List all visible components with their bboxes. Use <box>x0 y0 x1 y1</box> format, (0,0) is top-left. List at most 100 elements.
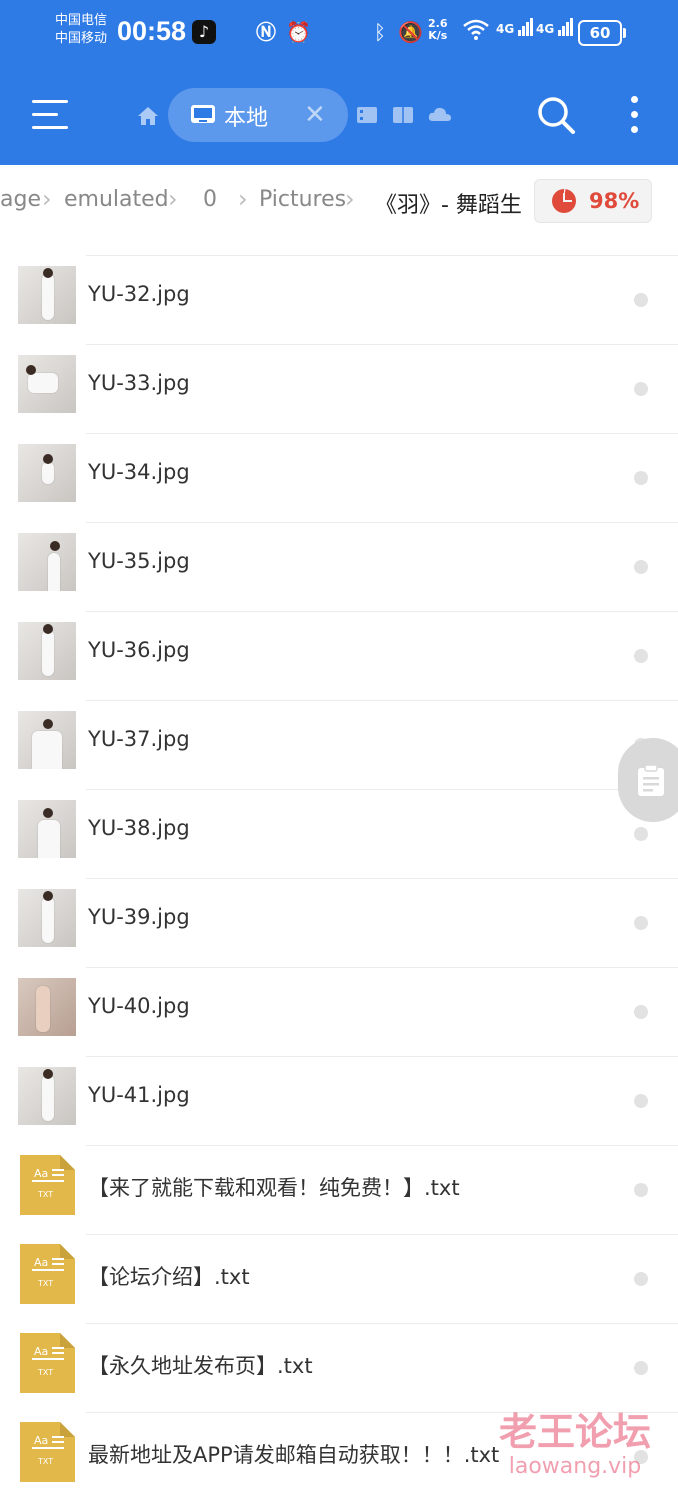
image-thumbnail <box>18 266 76 324</box>
cloud-icon[interactable] <box>428 104 451 126</box>
select-checkbox[interactable] <box>634 1094 648 1108</box>
select-checkbox[interactable] <box>634 293 648 307</box>
txt-icon-label-top: Aa <box>34 1345 48 1358</box>
battery-level: 60 <box>589 24 611 42</box>
status-bar: 中国电信 中国移动 00:58 ♪ Ⓝ ⏰ ᛒ 🔕 2.6 K/s 4G 4G … <box>0 0 678 70</box>
phone-icon <box>190 104 216 126</box>
clock: 00:58 <box>117 16 187 46</box>
carrier-2: 中国移动 <box>55 31 108 46</box>
file-name: YU-40.jpg <box>88 994 190 1018</box>
txt-icon-label-top: Aa <box>34 1256 48 1269</box>
list-item[interactable]: YU-36.jpg <box>0 611 678 700</box>
list-item[interactable]: YU-34.jpg <box>0 433 678 522</box>
txt-icon-label-bottom: TXT <box>37 1190 53 1199</box>
image-thumbnail <box>18 533 76 591</box>
file-name: YU-39.jpg <box>88 905 190 929</box>
file-name: YU-38.jpg <box>88 816 190 840</box>
breadcrumb-item-0[interactable]: 0 <box>203 187 217 212</box>
txt-icon-label-bottom: TXT <box>37 1279 53 1288</box>
breadcrumb-item-pictures[interactable]: Pictures <box>259 187 346 212</box>
list-item[interactable]: YU-32.jpg <box>0 255 678 344</box>
list-item[interactable]: Aa TXT 【来了就能下载和观看！纯免费！】.txt <box>0 1145 678 1234</box>
close-icon[interactable]: ✕ <box>304 100 326 130</box>
chevron-right-icon: › <box>42 185 52 213</box>
file-name: 【来了就能下载和观看！纯免费！】.txt <box>88 1176 460 1200</box>
select-checkbox[interactable] <box>634 916 648 930</box>
text-file-icon: Aa TXT <box>20 1244 75 1304</box>
text-file-icon: Aa TXT <box>20 1333 75 1393</box>
menu-icon[interactable] <box>32 100 68 132</box>
select-checkbox[interactable] <box>634 560 648 574</box>
watermark-en: laowang.vip <box>508 1454 642 1479</box>
select-checkbox[interactable] <box>634 649 648 663</box>
file-name: 最新地址及APP请发邮箱自动获取！！！.txt <box>88 1443 500 1467</box>
file-name: YU-36.jpg <box>88 638 190 662</box>
select-checkbox[interactable] <box>634 827 648 841</box>
breadcrumb: age › emulated › 0 › Pictures › 《羽》- 舞蹈生… <box>0 165 678 240</box>
image-thumbnail <box>18 800 76 858</box>
carrier-info: 中国电信 中国移动 <box>55 12 107 48</box>
breadcrumb-item-storage[interactable]: age <box>0 187 41 212</box>
chevron-right-icon: › <box>168 185 178 213</box>
signal-1-icon: 4G <box>496 18 534 46</box>
image-thumbnail <box>18 978 76 1036</box>
breadcrumb-item-current[interactable]: 《羽》- 舞蹈生 <box>375 187 522 219</box>
speed-unit: K/s <box>428 29 448 42</box>
list-item[interactable]: Aa TXT 【永久地址发布页】.txt <box>0 1323 678 1412</box>
pie-chart-icon <box>552 189 576 213</box>
network-speed: 2.6 K/s <box>428 18 448 42</box>
select-checkbox[interactable] <box>634 1183 648 1197</box>
file-name: YU-41.jpg <box>88 1083 190 1107</box>
clipboard-icon <box>638 764 664 796</box>
list-item[interactable]: YU-39.jpg <box>0 878 678 967</box>
signal-2-label: 4G <box>536 22 555 36</box>
chevron-right-icon: › <box>345 185 355 213</box>
image-thumbnail <box>18 622 76 680</box>
floating-clipboard-button[interactable] <box>618 738 678 822</box>
txt-icon-label-top: Aa <box>34 1434 48 1447</box>
chevron-right-icon: › <box>238 185 248 213</box>
text-file-icon: Aa TXT <box>20 1422 75 1482</box>
list-item[interactable]: YU-41.jpg <box>0 1056 678 1145</box>
select-checkbox[interactable] <box>634 471 648 485</box>
select-checkbox[interactable] <box>634 1361 648 1375</box>
storage-usage-percent: 98% <box>589 189 640 213</box>
list-item[interactable]: YU-37.jpg <box>0 700 678 789</box>
file-name: YU-34.jpg <box>88 460 190 484</box>
watermark-cn: 老王论坛 <box>498 1410 651 1454</box>
top-bar: 中国电信 中国移动 00:58 ♪ Ⓝ ⏰ ᛒ 🔕 2.6 K/s 4G 4G … <box>0 0 678 165</box>
wifi-icon <box>462 18 490 46</box>
book-icon[interactable] <box>392 104 414 126</box>
search-icon[interactable] <box>536 95 576 135</box>
film-icon[interactable] <box>356 104 378 126</box>
tab-local[interactable]: 本地 ✕ <box>168 88 348 142</box>
select-checkbox[interactable] <box>634 382 648 396</box>
txt-icon-label-bottom: TXT <box>37 1368 53 1377</box>
breadcrumb-item-emulated[interactable]: emulated <box>64 187 169 212</box>
image-thumbnail <box>18 355 76 413</box>
list-item[interactable]: YU-33.jpg <box>0 344 678 433</box>
file-name: YU-35.jpg <box>88 549 190 573</box>
tab-local-label: 本地 <box>224 106 269 131</box>
txt-icon-label-bottom: TXT <box>37 1457 53 1466</box>
tiktok-icon: ♪ <box>192 20 216 44</box>
select-checkbox[interactable] <box>634 1005 648 1019</box>
list-item[interactable]: YU-35.jpg <box>0 522 678 611</box>
bluetooth-icon: ᛒ <box>374 20 386 44</box>
file-name: YU-33.jpg <box>88 371 190 395</box>
signal-2-icon: 4G <box>536 18 574 46</box>
txt-icon-label-top: Aa <box>34 1167 48 1180</box>
list-item[interactable]: Aa TXT 【论坛介绍】.txt <box>0 1234 678 1323</box>
home-icon[interactable] <box>136 104 160 128</box>
file-name: YU-37.jpg <box>88 727 190 751</box>
image-thumbnail <box>18 711 76 769</box>
watermark: 老王论坛 laowang.vip <box>490 1410 660 1480</box>
alarm-icon: ⏰ <box>286 20 311 44</box>
list-item[interactable]: YU-38.jpg <box>0 789 678 878</box>
list-item[interactable]: YU-40.jpg <box>0 967 678 1056</box>
image-thumbnail <box>18 889 76 947</box>
file-name: 【论坛介绍】.txt <box>88 1265 250 1289</box>
select-checkbox[interactable] <box>634 1272 648 1286</box>
storage-usage-badge[interactable]: 98% <box>534 179 652 223</box>
more-icon[interactable] <box>628 96 640 136</box>
